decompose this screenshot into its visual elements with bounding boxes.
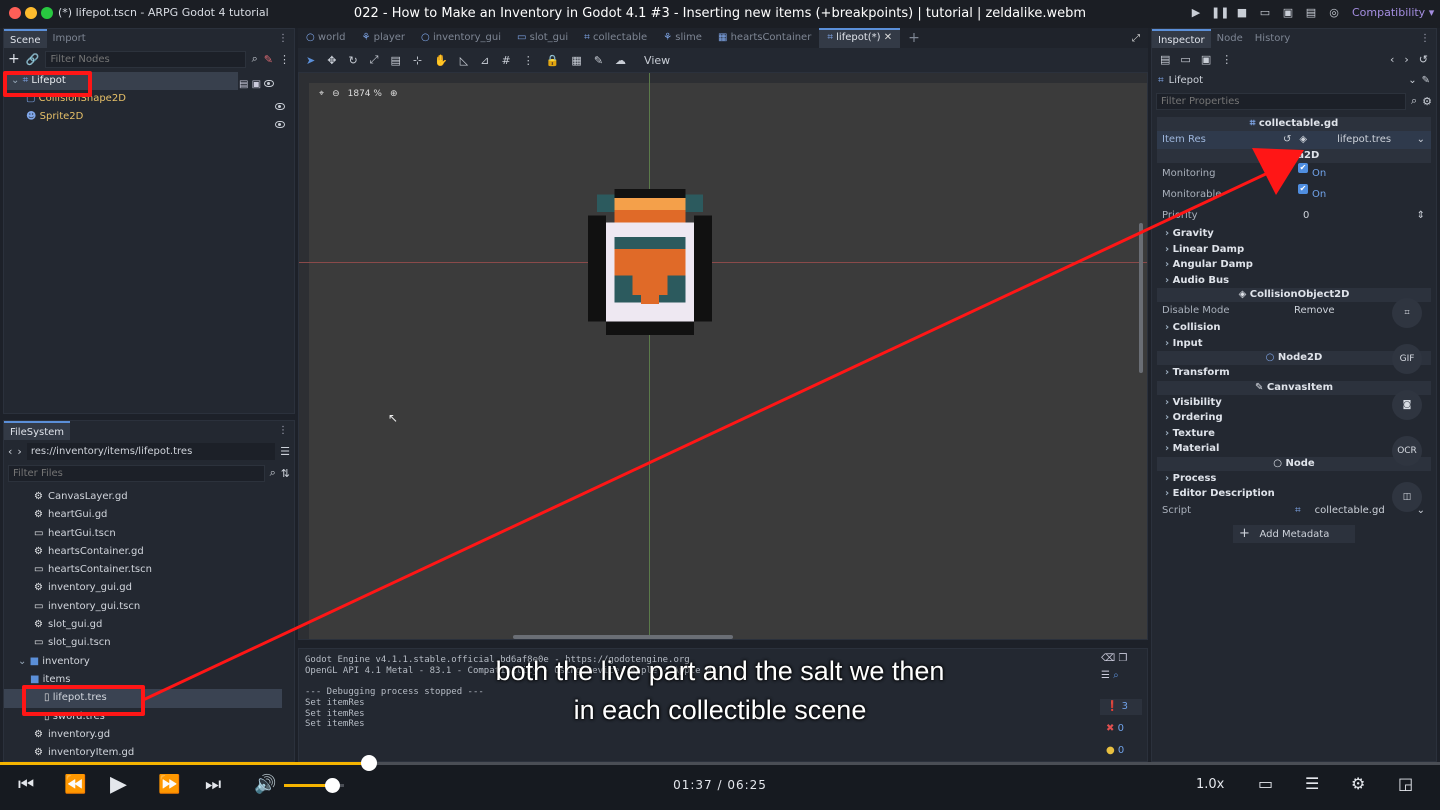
rewind-icon[interactable]: ⏪ (64, 774, 86, 795)
skip-next-icon[interactable]: ⏭ (205, 774, 221, 795)
airplay-icon[interactable]: ▭ (1258, 774, 1273, 793)
video-progress-fill (0, 762, 369, 765)
video-progress-handle[interactable] (360, 755, 377, 771)
video-time: 01:37 / 06:25 (673, 778, 767, 792)
playback-speed[interactable]: 1.0x (1196, 777, 1224, 792)
fast-forward-icon[interactable]: ⏩ (158, 774, 180, 795)
volume-handle[interactable] (325, 778, 340, 793)
video-controls: ⏮ ⏪ ▶ ⏩ ⏭ 🔊 01:37 / 06:25 1.0x ▭ ☰ ⚙ ◲ (0, 755, 1440, 810)
settings-gear-icon[interactable]: ⚙ (1351, 774, 1365, 793)
play-icon[interactable]: ▶ (110, 772, 127, 797)
volume-icon[interactable]: 🔊 (254, 774, 276, 795)
annotation-arrow (142, 148, 1304, 702)
chapters-icon[interactable]: ☰ (1305, 774, 1319, 793)
picture-in-picture-icon[interactable]: ◲ (1398, 774, 1413, 793)
skip-previous-icon[interactable]: ⏮ (18, 774, 34, 795)
